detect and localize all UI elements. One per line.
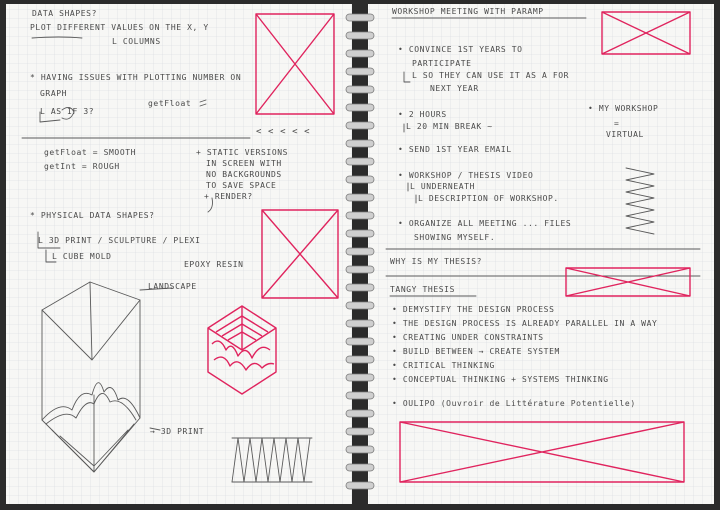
- note-line: WHY IS MY THESIS?: [390, 257, 482, 266]
- note-line: L CUBE MOLD: [52, 252, 112, 261]
- note-line: L AS IF 3?: [40, 107, 94, 116]
- note-line: LANDSCAPE: [148, 282, 197, 291]
- note-line: TO SAVE SPACE: [206, 181, 276, 190]
- spiral-coil: [345, 211, 375, 220]
- note-line: VIRTUAL: [606, 130, 644, 139]
- spiral-coil: [345, 265, 375, 274]
- note-line: • CRITICAL THINKING: [392, 361, 495, 370]
- note-line: * PHYSICAL DATA SHAPES?: [30, 211, 155, 220]
- note-line: + STATIC VERSIONS: [196, 148, 288, 157]
- spiral-coil: [345, 283, 375, 292]
- note-line: getInt = ROUGH: [44, 162, 120, 171]
- note-line: • DEMYSTIFY THE DESIGN PROCESS: [392, 305, 555, 314]
- spiral-coil: [345, 409, 375, 418]
- note-line: NEXT YEAR: [430, 84, 479, 93]
- note-line: GRAPH: [40, 89, 67, 98]
- note-line: • 2 HOURS: [398, 110, 447, 119]
- spiral-coil: [345, 391, 375, 400]
- spiral-coil: [345, 337, 375, 346]
- note-line: L 3D PRINT / SCULPTURE / PLEXI: [38, 236, 201, 245]
- note-line: PLOT DIFFERENT VALUES ON THE X, Y: [30, 23, 209, 32]
- note-line: • THE DESIGN PROCESS IS ALREADY PARALLEL…: [392, 319, 657, 328]
- note-line: • WORKSHOP / THESIS VIDEO: [398, 171, 533, 180]
- note-line: L 20 MIN BREAK ~: [406, 122, 493, 131]
- note-line: IN SCREEN WITH: [206, 159, 282, 168]
- note-line: WORKSHOP MEETING WITH PARAMP: [392, 7, 544, 16]
- note-line: =: [614, 119, 619, 128]
- note-line: • MY WORKSHOP: [588, 104, 658, 113]
- note-line: * HAVING ISSUES WITH PLOTTING NUMBER ON: [30, 73, 241, 82]
- note-line: L DESCRIPTION OF WORKSHOP.: [418, 194, 559, 203]
- spiral-coil: [345, 229, 375, 238]
- note-line: SHOWING MYSELF.: [414, 233, 495, 242]
- note-line: DATA SHAPES?: [32, 9, 97, 18]
- note-line: • BUILD BETWEEN → CREATE SYSTEM: [392, 347, 560, 356]
- note-line: PARTICIPATE: [412, 59, 472, 68]
- spiral-coil: [345, 319, 375, 328]
- spiral-coil: [345, 373, 375, 382]
- note-line: EPOXY RESIN: [184, 260, 244, 269]
- note-line: • CREATING UNDER CONSTRAINTS: [392, 333, 544, 342]
- spiral-coil: [345, 13, 375, 22]
- note-line: getFloat: [148, 99, 191, 108]
- spiral-coil: [345, 445, 375, 454]
- note-line: • ORGANIZE ALL MEETING ... FILES: [398, 219, 571, 228]
- spiral-coil: [345, 85, 375, 94]
- note-line: L UNDERNEATH: [410, 182, 475, 191]
- note-line: • CONCEPTUAL THINKING + SYSTEMS THINKING: [392, 375, 609, 384]
- spiral-coil: [345, 301, 375, 310]
- spiral-coil: [345, 175, 375, 184]
- note-line: L COLUMNS: [112, 37, 161, 46]
- spiral-coil: [345, 481, 375, 490]
- spiral-coil: [345, 49, 375, 58]
- note-line: TANGY THESIS: [390, 285, 455, 294]
- spiral-coil: [345, 427, 375, 436]
- spiral-coil: [345, 139, 375, 148]
- note-line: • CONVINCE 1ST YEARS TO: [398, 45, 523, 54]
- note-line: NO BACKGROUNDS: [206, 170, 282, 179]
- spiral-coil: [345, 247, 375, 256]
- spiral-coil: [345, 193, 375, 202]
- spiral-coil: [345, 31, 375, 40]
- note-line: getFloat = SMOOTH: [44, 148, 136, 157]
- notebook-spread: DATA SHAPES? PLOT DIFFERENT VALUES ON TH…: [6, 4, 714, 504]
- note-line: → 3D PRINT: [150, 427, 204, 436]
- note-line: + RENDER?: [204, 192, 253, 201]
- note-line: • SEND 1ST YEAR EMAIL: [398, 145, 512, 154]
- spiral-coil: [345, 67, 375, 76]
- spiral-coil: [345, 121, 375, 130]
- spiral-coil: [345, 355, 375, 364]
- note-line: < < < < <: [256, 127, 310, 137]
- spiral-coil: [345, 103, 375, 112]
- spiral-coil: [345, 157, 375, 166]
- note-line: L SO THEY CAN USE IT AS A FOR: [412, 71, 569, 80]
- note-line: • OULIPO (Ouvroir de Littérature Potenti…: [392, 398, 636, 408]
- spiral-coil: [345, 463, 375, 472]
